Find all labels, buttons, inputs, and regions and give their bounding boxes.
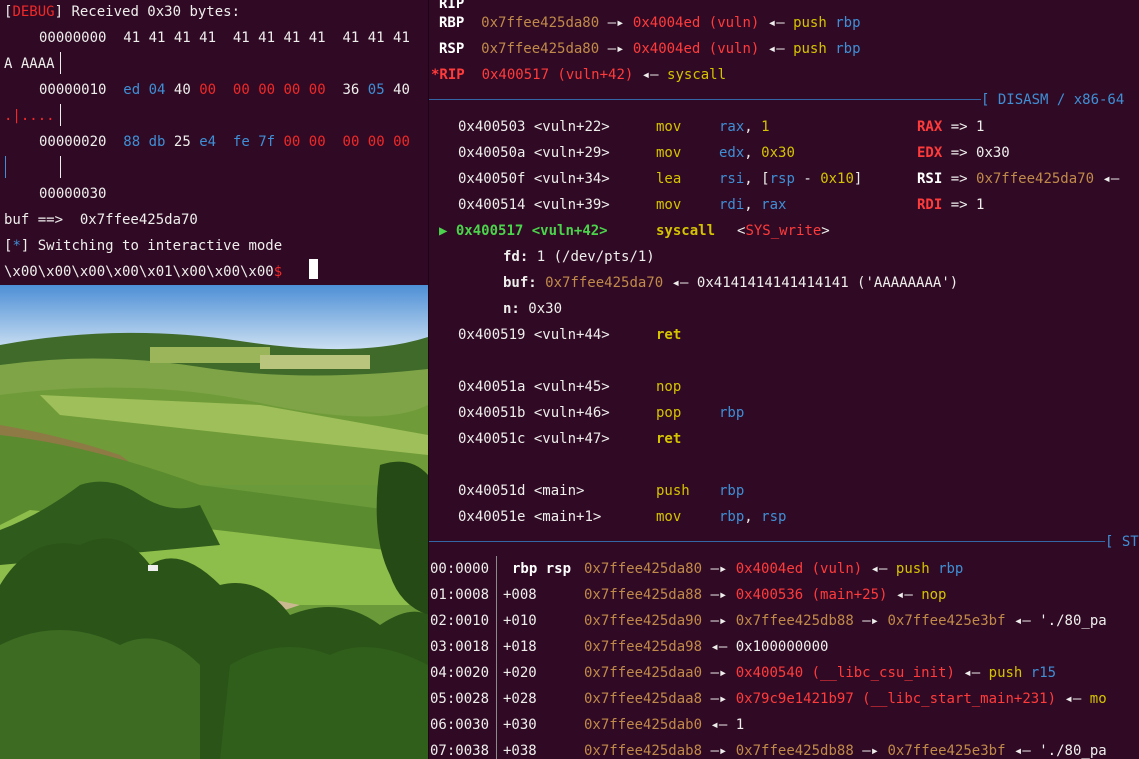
register-partial: RIP <box>439 0 465 12</box>
stack-header: [ ST <box>1105 534 1139 550</box>
hexdump-border <box>60 156 61 178</box>
disasm-args: rdi, rax <box>719 197 787 213</box>
register-rsp: RSP 0x7ffee425da80 —▸ 0x4004ed (vuln) ◂—… <box>439 41 861 57</box>
disasm-args: rbp, rsp <box>719 509 787 525</box>
prompt-line[interactable]: \x00\x00\x00\x00\x01\x00\x00\x00$ <box>4 263 282 281</box>
current-instruction[interactable]: ▶ 0x400517 <vuln+42> <box>439 222 608 240</box>
disasm-args: edx, 0x30 <box>719 145 795 161</box>
stack-row[interactable]: 02:0010 <box>430 612 489 630</box>
disasm-op: nop <box>656 379 682 395</box>
hexdump-ascii: .|.... <box>4 108 55 124</box>
stack-separator <box>429 541 1105 542</box>
stack-value: 0x7ffee425dab0 ◂— 1 <box>584 717 745 733</box>
hexdump-row: 00000000 41 41 41 41 41 41 41 41 41 41 4… <box>39 30 410 46</box>
disasm-separator <box>429 99 981 100</box>
stack-value: 0x7ffee425da98 ◂— 0x100000000 <box>584 639 829 655</box>
disasm-line[interactable]: 0x40051c <vuln+47> <box>458 430 610 448</box>
stack-row[interactable]: 05:0028 <box>430 690 489 708</box>
disasm-args: rbp <box>719 405 745 421</box>
disasm-args: rax, 1 <box>719 119 770 135</box>
disasm-line[interactable]: 0x400519 <vuln+44> <box>458 326 610 344</box>
syscall-arg-buf: buf: 0x7ffee425da70 ◂— 0x414141414141414… <box>503 275 959 291</box>
stack-offset: +038 <box>503 743 537 759</box>
stack-row[interactable]: 03:0018 <box>430 638 489 656</box>
hexdump-row: 00000020 88 db 25 e4 fe 7f 00 00 00 00 0… <box>39 134 410 150</box>
current-pointer-icon: ▶ <box>439 223 448 239</box>
disasm-line[interactable]: 0x400503 <vuln+22> <box>458 118 610 136</box>
disasm-args: <SYS_write> <box>737 223 830 239</box>
stack-value: 0x7ffee425daa8 —▸ 0x79c9e1421b97 (__libc… <box>584 691 1107 707</box>
left-terminal[interactable]: [DEBUG] Received 0x30 bytes: 00000000 41… <box>0 0 428 285</box>
disasm-op: mov <box>656 509 682 525</box>
disasm-reg: RDI => 1 <box>917 197 985 213</box>
disasm-line[interactable]: 0x40050f <vuln+34> <box>458 170 610 188</box>
info-line: [*] Switching to interactive mode <box>4 238 283 254</box>
disasm-line[interactable]: 0x40051e <main+1> <box>458 508 601 526</box>
stack-offset: +010 <box>503 613 537 629</box>
disasm-op: ret <box>656 327 682 343</box>
stack-value: 0x7ffee425da80 —▸ 0x4004ed (vuln) ◂— pus… <box>584 561 964 577</box>
stack-value: 0x7ffee425daa0 —▸ 0x400540 (__libc_csu_i… <box>584 665 1057 681</box>
landscape-photo <box>0 285 428 759</box>
register-rip: *RIP 0x400517 (vuln+42) ◂— syscall <box>431 67 727 83</box>
disasm-header: [ DISASM / x86-64 <box>981 92 1125 108</box>
hexdump-border <box>5 156 6 178</box>
hexdump-border <box>60 52 61 74</box>
disasm-op: push <box>656 483 690 499</box>
disasm-args: rbp <box>719 483 745 499</box>
stack-row[interactable]: 00:0000 <box>430 560 489 578</box>
stack-offset: +030 <box>503 717 537 733</box>
disasm-op: mov <box>656 119 682 135</box>
disasm-line[interactable]: 0x40050a <vuln+29> <box>458 144 610 162</box>
stack-regs: rbp rsp <box>512 561 572 577</box>
stack-row[interactable]: 04:0020 <box>430 664 489 682</box>
disasm-reg: RSI => 0x7ffee425da70 ◂— <box>917 171 1120 187</box>
disasm-line[interactable]: 0x40051d <main> <box>458 482 584 500</box>
stack-row[interactable]: 01:0008 <box>430 586 489 604</box>
hexdump-ascii: A AAAA <box>4 56 55 72</box>
disasm-reg: RAX => 1 <box>917 119 985 135</box>
disasm-line[interactable]: 0x400514 <vuln+39> <box>458 196 610 214</box>
debug-line: [DEBUG] Received 0x30 bytes: <box>4 4 241 20</box>
stack-offset: +018 <box>503 639 537 655</box>
stack-value: 0x7ffee425da88 —▸ 0x400536 (main+25) ◂— … <box>584 587 947 603</box>
stack-offset: +008 <box>503 587 537 603</box>
stack-row[interactable]: 07:0038 <box>430 742 489 759</box>
buf-line: buf ==> 0x7ffee425da70 <box>4 212 198 228</box>
disasm-op: lea <box>656 171 682 187</box>
stack-value: 0x7ffee425dab8 —▸ 0x7ffee425db88 —▸ 0x7f… <box>584 743 1107 759</box>
stack-offset: +020 <box>503 665 537 681</box>
disasm-op: syscall <box>656 223 716 239</box>
hexdump-row: 00000010 ed 04 40 00 00 00 00 00 36 05 4… <box>39 82 410 98</box>
stack-value: 0x7ffee425da90 —▸ 0x7ffee425db88 —▸ 0x7f… <box>584 613 1107 629</box>
disasm-line[interactable]: 0x40051b <vuln+46> <box>458 404 610 422</box>
disasm-op: mov <box>656 145 682 161</box>
stack-index-border <box>496 556 497 759</box>
disasm-op: pop <box>656 405 682 421</box>
disasm-op: mov <box>656 197 682 213</box>
syscall-arg-fd: fd: 1 (/dev/pts/1) <box>503 249 655 265</box>
right-terminal[interactable]: RIP RBP 0x7ffee425da80 —▸ 0x4004ed (vuln… <box>428 0 1139 759</box>
terminal-cursor <box>309 259 318 279</box>
disasm-args: rsi, [rsp - 0x10] <box>719 171 863 187</box>
hexdump-row: 00000030 <box>39 186 107 202</box>
hexdump-border <box>60 104 61 126</box>
disasm-op: ret <box>656 431 682 447</box>
disasm-reg: EDX => 0x30 <box>917 145 1010 161</box>
register-rbp: RBP 0x7ffee425da80 —▸ 0x4004ed (vuln) ◂—… <box>439 15 861 31</box>
stack-row[interactable]: 06:0030 <box>430 716 489 734</box>
syscall-arg-n: n: 0x30 <box>503 301 563 317</box>
disasm-line[interactable]: 0x40051a <vuln+45> <box>458 378 610 396</box>
stack-offset: +028 <box>503 691 537 707</box>
